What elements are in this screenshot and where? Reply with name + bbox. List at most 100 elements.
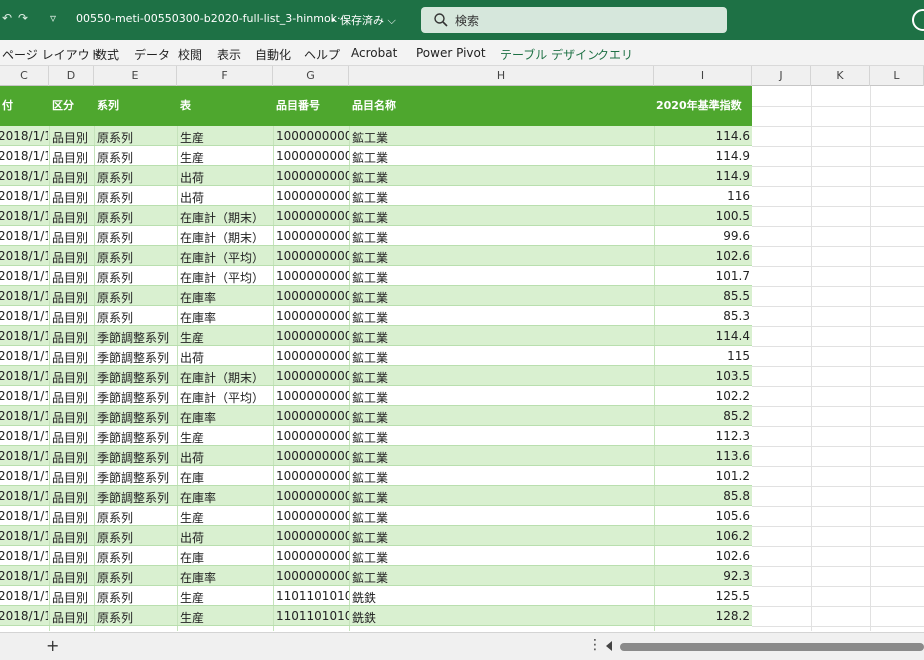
cell-series[interactable]: 季節調整系列	[97, 409, 177, 426]
cell-code[interactable]: 1000000000	[276, 269, 349, 283]
header-code[interactable]: 品目番号	[276, 97, 320, 113]
cell-kubun[interactable]: 品目別	[52, 489, 96, 506]
cell-name[interactable]: 鉱工業	[352, 289, 652, 306]
cell-code[interactable]: 1000000000	[276, 509, 349, 523]
cell-hyo[interactable]: 生産	[180, 149, 274, 166]
cell-hyo[interactable]: 在庫率	[180, 309, 274, 326]
cell-code[interactable]: 1000000000	[276, 529, 349, 543]
cell-series[interactable]: 季節調整系列	[97, 349, 177, 366]
cell-kubun[interactable]: 品目別	[52, 289, 96, 306]
cell-index[interactable]: 92.3	[656, 569, 750, 583]
cell-series[interactable]: 季節調整系列	[97, 329, 177, 346]
cell-code[interactable]: 1000000000	[276, 569, 349, 583]
cell-kubun[interactable]: 品目別	[52, 369, 96, 386]
cell-index[interactable]: 85.2	[656, 409, 750, 423]
cell-index[interactable]: 102.6	[656, 549, 750, 563]
cell-index[interactable]: 99.6	[656, 229, 750, 243]
cell-code[interactable]: 1000000000	[276, 309, 349, 323]
cell-name[interactable]: 鉱工業	[352, 269, 652, 286]
cell-kubun[interactable]: 品目別	[52, 149, 96, 166]
cell-hyo[interactable]: 在庫計（平均）	[180, 249, 274, 266]
cell-hyo[interactable]: 出荷	[180, 529, 274, 546]
cell-code[interactable]: 1000000000	[276, 389, 349, 403]
cell-index[interactable]: 113.6	[656, 449, 750, 463]
cell-index[interactable]: 115	[656, 349, 750, 363]
column-header[interactable]: C	[0, 66, 49, 86]
cell-kubun[interactable]: 品目別	[52, 389, 96, 406]
cell-code[interactable]: 1000000000	[276, 449, 349, 463]
cell-name[interactable]: 鉱工業	[352, 189, 652, 206]
cell-series[interactable]: 原系列	[97, 129, 177, 146]
tab-formulas[interactable]: 数式	[95, 46, 119, 63]
cell-index[interactable]: 114.6	[656, 129, 750, 143]
worksheet-grid[interactable]: 付 区分 系列 表 品目番号 品目名称 2020年基準指数 2018/1/1 品目…	[0, 86, 924, 631]
cell-code[interactable]: 1000000000	[276, 169, 349, 183]
cell-date[interactable]: 2018/1/1	[0, 429, 48, 443]
cell-name[interactable]: 鉱工業	[352, 169, 652, 186]
cell-name[interactable]: 鉱工業	[352, 529, 652, 546]
cell-series[interactable]: 原系列	[97, 169, 177, 186]
cell-series[interactable]: 季節調整系列	[97, 489, 177, 506]
cell-name[interactable]: 鉱工業	[352, 449, 652, 466]
cell-date[interactable]: 2018/1/1	[0, 149, 48, 163]
cell-name[interactable]: 鉱工業	[352, 249, 652, 266]
cell-date[interactable]: 2018/1/1	[0, 389, 48, 403]
cell-hyo[interactable]: 在庫	[180, 549, 274, 566]
cell-kubun[interactable]: 品目別	[52, 309, 96, 326]
cell-kubun[interactable]: 品目別	[52, 449, 96, 466]
cell-hyo[interactable]: 生産	[180, 609, 274, 626]
cell-hyo[interactable]: 在庫	[180, 469, 274, 486]
cell-index[interactable]: 103.5	[656, 369, 750, 383]
cell-code[interactable]: 1000000000	[276, 189, 349, 203]
cell-hyo[interactable]: 生産	[180, 509, 274, 526]
cell-name[interactable]: 鉱工業	[352, 229, 652, 246]
cell-date[interactable]: 2018/1/1	[0, 509, 48, 523]
cell-series[interactable]: 季節調整系列	[97, 449, 177, 466]
cell-kubun[interactable]: 品目別	[52, 229, 96, 246]
cell-date[interactable]: 2018/1/1	[0, 449, 48, 463]
cell-hyo[interactable]: 出荷	[180, 349, 274, 366]
cell-date[interactable]: 2018/1/1	[0, 529, 48, 543]
cell-kubun[interactable]: 品目別	[52, 569, 96, 586]
tab-view[interactable]: 表示	[217, 46, 241, 63]
cell-index[interactable]: 114.9	[656, 169, 750, 183]
cell-kubun[interactable]: 品目別	[52, 429, 96, 446]
cell-series[interactable]: 季節調整系列	[97, 429, 177, 446]
cell-name[interactable]: 鉱工業	[352, 489, 652, 506]
cell-date[interactable]: 2018/1/1	[0, 329, 48, 343]
cell-code[interactable]: 1000000000	[276, 229, 349, 243]
cell-series[interactable]: 季節調整系列	[97, 389, 177, 406]
cell-hyo[interactable]: 在庫計（平均）	[180, 269, 274, 286]
cell-index[interactable]: 114.9	[656, 149, 750, 163]
cell-name[interactable]: 銑鉄	[352, 629, 652, 631]
cell-date[interactable]: 2018/1/1	[0, 289, 48, 303]
cell-index[interactable]: 114.4	[656, 329, 750, 343]
cell-index[interactable]: 101.2	[656, 469, 750, 483]
cell-kubun[interactable]: 品目別	[52, 409, 96, 426]
cell-hyo[interactable]: 在庫計（平均）	[180, 389, 274, 406]
cell-kubun[interactable]: 品目別	[52, 529, 96, 546]
cell-kubun[interactable]: 品目別	[52, 189, 96, 206]
tab-table-design[interactable]: テーブル デザイン	[500, 46, 599, 63]
cell-index[interactable]: 102.6	[656, 249, 750, 263]
cell-code[interactable]: 1101101010	[276, 589, 349, 603]
cell-hyo[interactable]: 生産	[180, 589, 274, 606]
column-header[interactable]: E	[94, 66, 177, 86]
cell-name[interactable]: 銑鉄	[352, 589, 652, 606]
cell-index[interactable]: 102.2	[656, 389, 750, 403]
cell-date[interactable]: 2018/1/1	[0, 549, 48, 563]
cell-kubun[interactable]: 品目別	[52, 469, 96, 486]
tab-review[interactable]: 校閲	[178, 46, 202, 63]
cell-series[interactable]: 季節調整系列	[97, 369, 177, 386]
tab-help[interactable]: ヘルプ	[304, 46, 340, 63]
cell-index[interactable]: 105.6	[656, 509, 750, 523]
cell-date[interactable]: 2018/1/1	[0, 169, 48, 183]
cell-code[interactable]: 1000000000	[276, 489, 349, 503]
cell-date[interactable]: 2018/1/1	[0, 569, 48, 583]
cell-series[interactable]: 原系列	[97, 569, 177, 586]
header-index[interactable]: 2020年基準指数	[656, 97, 742, 113]
header-hyo[interactable]: 表	[180, 97, 191, 113]
cell-name[interactable]: 鉱工業	[352, 469, 652, 486]
cell-series[interactable]: 原系列	[97, 149, 177, 166]
cell-code[interactable]: 1101101010	[276, 629, 349, 631]
